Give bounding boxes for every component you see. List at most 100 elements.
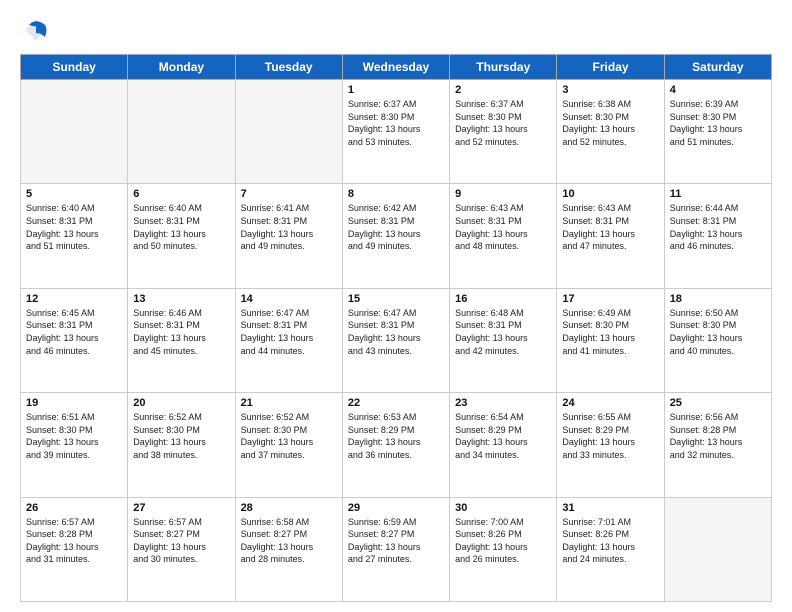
day-number: 5	[26, 188, 122, 200]
calendar-cell: 21 Sunrise: 6:52 AM Sunset: 8:30 PM Dayli…	[235, 393, 342, 497]
day-number: 2	[455, 84, 551, 96]
day-number: 1	[348, 84, 444, 96]
day-of-week-header: Sunday	[21, 55, 128, 80]
calendar-cell: 12 Sunrise: 6:45 AM Sunset: 8:31 PM Dayli…	[21, 288, 128, 392]
day-of-week-header: Friday	[557, 55, 664, 80]
day-number: 17	[562, 293, 658, 305]
cell-text: Sunrise: 6:48 AM Sunset: 8:31 PM Dayligh…	[455, 307, 551, 357]
day-number: 24	[562, 397, 658, 409]
logo-icon	[22, 16, 50, 44]
day-number: 8	[348, 188, 444, 200]
cell-text: Sunrise: 6:53 AM Sunset: 8:29 PM Dayligh…	[348, 411, 444, 461]
day-number: 25	[670, 397, 766, 409]
cell-text: Sunrise: 6:54 AM Sunset: 8:29 PM Dayligh…	[455, 411, 551, 461]
cell-text: Sunrise: 6:39 AM Sunset: 8:30 PM Dayligh…	[670, 98, 766, 148]
calendar-week-row: 1Sunrise: 6:37 AM Sunset: 8:30 PM Daylig…	[21, 80, 772, 184]
page: SundayMondayTuesdayWednesdayThursdayFrid…	[0, 0, 792, 612]
cell-text: Sunrise: 6:47 AM Sunset: 8:31 PM Dayligh…	[348, 307, 444, 357]
day-number: 26	[26, 502, 122, 514]
header	[20, 16, 772, 44]
day-number: 10	[562, 188, 658, 200]
calendar-cell: 18Sunrise: 6:50 AM Sunset: 8:30 PM Dayli…	[664, 288, 771, 392]
calendar-cell: 25 Sunrise: 6:56 AM Sunset: 8:28 PM Dayli…	[664, 393, 771, 497]
calendar-week-row: 26 Sunrise: 6:57 AM Sunset: 8:28 PM Dayli…	[21, 497, 772, 601]
calendar-cell	[128, 80, 235, 184]
day-number: 15	[348, 293, 444, 305]
calendar-cell: 9 Sunrise: 6:43 AM Sunset: 8:31 PM Daylig…	[450, 184, 557, 288]
day-number: 9	[455, 188, 551, 200]
calendar-cell: 16 Sunrise: 6:48 AM Sunset: 8:31 PM Dayli…	[450, 288, 557, 392]
calendar-cell: 23Sunrise: 6:54 AM Sunset: 8:29 PM Dayli…	[450, 393, 557, 497]
calendar-cell: 2Sunrise: 6:37 AM Sunset: 8:30 PM Daylig…	[450, 80, 557, 184]
day-number: 16	[455, 293, 551, 305]
cell-text: Sunrise: 6:41 AM Sunset: 8:31 PM Dayligh…	[241, 202, 337, 252]
day-number: 30	[455, 502, 551, 514]
day-number: 21	[241, 397, 337, 409]
logo	[20, 16, 50, 44]
cell-text: Sunrise: 7:01 AM Sunset: 8:26 PM Dayligh…	[562, 516, 658, 566]
calendar-cell: 28Sunrise: 6:58 AM Sunset: 8:27 PM Dayli…	[235, 497, 342, 601]
day-of-week-header: Saturday	[664, 55, 771, 80]
day-number: 13	[133, 293, 229, 305]
calendar-cell	[21, 80, 128, 184]
day-number: 18	[670, 293, 766, 305]
calendar-cell: 17Sunrise: 6:49 AM Sunset: 8:30 PM Dayli…	[557, 288, 664, 392]
day-number: 12	[26, 293, 122, 305]
calendar-cell: 3Sunrise: 6:38 AM Sunset: 8:30 PM Daylig…	[557, 80, 664, 184]
day-number: 4	[670, 84, 766, 96]
day-number: 6	[133, 188, 229, 200]
cell-text: Sunrise: 6:57 AM Sunset: 8:27 PM Dayligh…	[133, 516, 229, 566]
calendar-header-row: SundayMondayTuesdayWednesdayThursdayFrid…	[21, 55, 772, 80]
calendar-cell: 15 Sunrise: 6:47 AM Sunset: 8:31 PM Dayli…	[342, 288, 449, 392]
calendar-week-row: 12 Sunrise: 6:45 AM Sunset: 8:31 PM Dayli…	[21, 288, 772, 392]
cell-text: Sunrise: 6:57 AM Sunset: 8:28 PM Dayligh…	[26, 516, 122, 566]
calendar-cell: 24 Sunrise: 6:55 AM Sunset: 8:29 PM Dayli…	[557, 393, 664, 497]
cell-text: Sunrise: 6:59 AM Sunset: 8:27 PM Dayligh…	[348, 516, 444, 566]
day-number: 22	[348, 397, 444, 409]
day-number: 27	[133, 502, 229, 514]
calendar-cell: 14 Sunrise: 6:47 AM Sunset: 8:31 PM Dayli…	[235, 288, 342, 392]
day-of-week-header: Monday	[128, 55, 235, 80]
cell-text: Sunrise: 6:52 AM Sunset: 8:30 PM Dayligh…	[241, 411, 337, 461]
day-number: 20	[133, 397, 229, 409]
day-number: 31	[562, 502, 658, 514]
cell-text: Sunrise: 6:44 AM Sunset: 8:31 PM Dayligh…	[670, 202, 766, 252]
cell-text: Sunrise: 6:46 AM Sunset: 8:31 PM Dayligh…	[133, 307, 229, 357]
cell-text: Sunrise: 6:40 AM Sunset: 8:31 PM Dayligh…	[26, 202, 122, 252]
cell-text: Sunrise: 6:38 AM Sunset: 8:30 PM Dayligh…	[562, 98, 658, 148]
cell-text: Sunrise: 6:40 AM Sunset: 8:31 PM Dayligh…	[133, 202, 229, 252]
cell-text: Sunrise: 6:43 AM Sunset: 8:31 PM Dayligh…	[455, 202, 551, 252]
calendar-cell: 10 Sunrise: 6:43 AM Sunset: 8:31 PM Dayli…	[557, 184, 664, 288]
calendar-table: SundayMondayTuesdayWednesdayThursdayFrid…	[20, 54, 772, 602]
cell-text: Sunrise: 6:51 AM Sunset: 8:30 PM Dayligh…	[26, 411, 122, 461]
cell-text: Sunrise: 6:55 AM Sunset: 8:29 PM Dayligh…	[562, 411, 658, 461]
calendar-cell	[235, 80, 342, 184]
calendar-cell: 11 Sunrise: 6:44 AM Sunset: 8:31 PM Dayli…	[664, 184, 771, 288]
calendar-cell: 8Sunrise: 6:42 AM Sunset: 8:31 PM Daylig…	[342, 184, 449, 288]
day-number: 11	[670, 188, 766, 200]
calendar-cell: 19 Sunrise: 6:51 AM Sunset: 8:30 PM Dayli…	[21, 393, 128, 497]
calendar-cell: 7 Sunrise: 6:41 AM Sunset: 8:31 PM Daylig…	[235, 184, 342, 288]
calendar-cell: 22 Sunrise: 6:53 AM Sunset: 8:29 PM Dayli…	[342, 393, 449, 497]
calendar-cell: 31 Sunrise: 7:01 AM Sunset: 8:26 PM Dayli…	[557, 497, 664, 601]
cell-text: Sunrise: 6:56 AM Sunset: 8:28 PM Dayligh…	[670, 411, 766, 461]
day-number: 19	[26, 397, 122, 409]
calendar-cell	[664, 497, 771, 601]
cell-text: Sunrise: 6:47 AM Sunset: 8:31 PM Dayligh…	[241, 307, 337, 357]
calendar-cell: 29 Sunrise: 6:59 AM Sunset: 8:27 PM Dayli…	[342, 497, 449, 601]
calendar-cell: 26 Sunrise: 6:57 AM Sunset: 8:28 PM Dayli…	[21, 497, 128, 601]
calendar-cell: 20 Sunrise: 6:52 AM Sunset: 8:30 PM Dayli…	[128, 393, 235, 497]
calendar-cell: 4 Sunrise: 6:39 AM Sunset: 8:30 PM Daylig…	[664, 80, 771, 184]
calendar-cell: 30Sunrise: 7:00 AM Sunset: 8:26 PM Dayli…	[450, 497, 557, 601]
calendar-cell: 13 Sunrise: 6:46 AM Sunset: 8:31 PM Dayli…	[128, 288, 235, 392]
day-number: 28	[241, 502, 337, 514]
cell-text: Sunrise: 6:45 AM Sunset: 8:31 PM Dayligh…	[26, 307, 122, 357]
day-number: 7	[241, 188, 337, 200]
cell-text: Sunrise: 6:52 AM Sunset: 8:30 PM Dayligh…	[133, 411, 229, 461]
day-number: 29	[348, 502, 444, 514]
calendar-cell: 5 Sunrise: 6:40 AM Sunset: 8:31 PM Daylig…	[21, 184, 128, 288]
day-number: 14	[241, 293, 337, 305]
day-of-week-header: Thursday	[450, 55, 557, 80]
calendar-week-row: 19 Sunrise: 6:51 AM Sunset: 8:30 PM Dayli…	[21, 393, 772, 497]
cell-text: Sunrise: 6:43 AM Sunset: 8:31 PM Dayligh…	[562, 202, 658, 252]
